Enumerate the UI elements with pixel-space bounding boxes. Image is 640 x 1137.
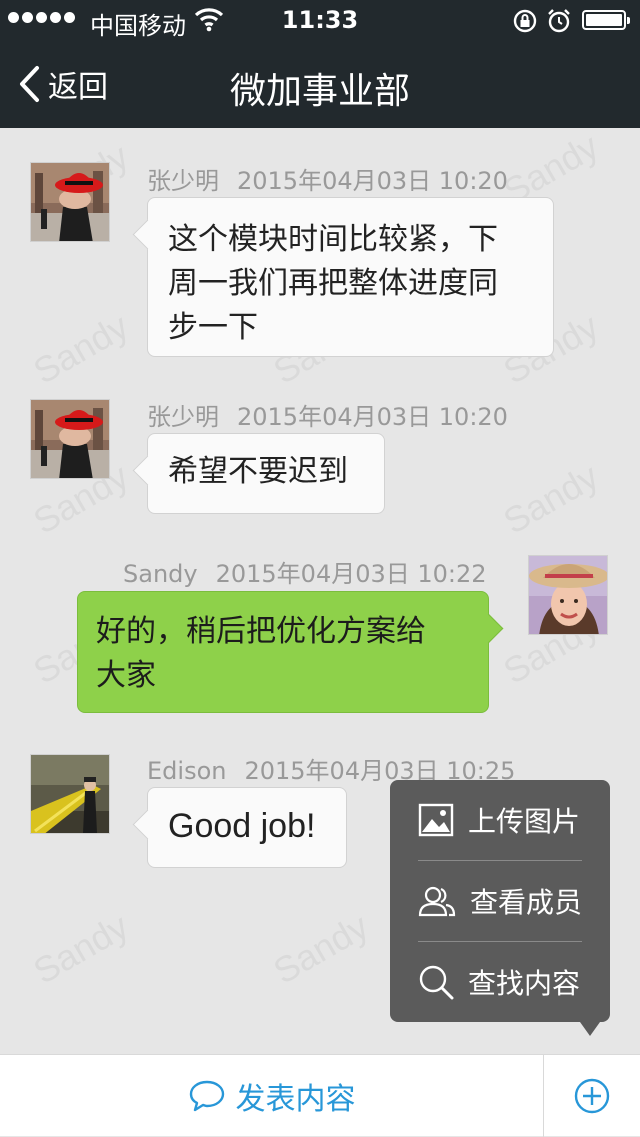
avatar[interactable] bbox=[30, 754, 110, 834]
menu-item-label: 查找内容 bbox=[468, 967, 581, 1000]
action-popup-menu: 上传图片 查看成员 查找内容 bbox=[390, 780, 610, 1036]
sender-name: 张少明 bbox=[147, 167, 219, 195]
message-line: 这个模块时间比较紧，下 bbox=[168, 222, 498, 257]
plus-circle-icon bbox=[574, 1078, 610, 1114]
message-line: 步一下 bbox=[168, 310, 258, 345]
menu-item-view-members[interactable]: 查看成员 bbox=[418, 861, 582, 941]
status-bar: 中国移动 11:33 bbox=[0, 0, 640, 40]
message-bubble[interactable]: 这个模块时间比较紧，下 周一我们再把整体进度同 步一下 bbox=[147, 197, 554, 357]
message-bubble[interactable]: 希望不要迟到 bbox=[147, 433, 385, 514]
message-line: 大家 bbox=[96, 658, 156, 693]
page-title: 微加事业部 bbox=[229, 71, 410, 112]
message-line: 希望不要迟到 bbox=[168, 454, 348, 489]
sender-name: Sandy bbox=[123, 560, 198, 588]
sender-name: Edison bbox=[147, 757, 227, 785]
search-icon bbox=[419, 965, 454, 1000]
avatar[interactable] bbox=[528, 555, 608, 635]
menu-item-label: 上传图片 bbox=[468, 805, 581, 838]
message-meta: Sandy 2015年04月03日 10:22 bbox=[123, 554, 487, 589]
message-meta: 张少明 2015年04月03日 10:20 bbox=[147, 161, 508, 196]
menu-item-label: 查看成员 bbox=[470, 886, 583, 919]
red-hat-avatar bbox=[31, 400, 109, 478]
members-icon bbox=[418, 886, 456, 917]
nav-bar: 返回 微加事业部 bbox=[0, 40, 640, 128]
message-line: 好的，稍后把优化方案给 bbox=[96, 614, 426, 649]
watermark: Sandy bbox=[496, 455, 606, 542]
menu-item-upload-image[interactable]: 上传图片 bbox=[418, 780, 582, 860]
clock-time: 11:33 bbox=[281, 6, 359, 34]
red-hat-avatar bbox=[31, 163, 109, 241]
bottom-toolbar: 发表内容 bbox=[0, 1054, 640, 1137]
battery-icon bbox=[582, 10, 630, 30]
watermark: Sandy bbox=[26, 905, 136, 992]
image-icon bbox=[418, 803, 454, 837]
message-line: 周一我们再把整体进度同 bbox=[168, 266, 498, 301]
post-content-label: 发表内容 bbox=[235, 1082, 356, 1117]
speech-bubble-icon bbox=[189, 1080, 224, 1112]
avatar[interactable] bbox=[30, 399, 110, 479]
post-content-button[interactable]: 发表内容 bbox=[0, 1055, 543, 1137]
more-actions-button[interactable] bbox=[544, 1055, 640, 1137]
fence-photo-avatar bbox=[31, 755, 109, 833]
alarm-icon bbox=[548, 9, 570, 33]
watermark: Sandy bbox=[266, 905, 376, 992]
sender-name: 张少明 bbox=[147, 403, 219, 431]
message-time: 2015年04月03日 10:20 bbox=[237, 167, 508, 195]
message-meta: 张少明 2015年04月03日 10:20 bbox=[147, 397, 508, 432]
straw-hat-avatar bbox=[529, 556, 607, 634]
message-bubble-self[interactable]: 好的，稍后把优化方案给 大家 bbox=[77, 591, 489, 713]
rotation-lock-icon bbox=[513, 9, 537, 33]
message-time: 2015年04月03日 10:20 bbox=[237, 403, 508, 431]
avatar[interactable] bbox=[30, 162, 110, 242]
message-line: Good job! bbox=[168, 807, 316, 845]
watermark: Sandy bbox=[26, 305, 136, 392]
message-time: 2015年04月03日 10:22 bbox=[215, 560, 487, 588]
menu-item-search-content[interactable]: 查找内容 bbox=[418, 942, 582, 1022]
message-bubble[interactable]: Good job! bbox=[147, 787, 347, 868]
